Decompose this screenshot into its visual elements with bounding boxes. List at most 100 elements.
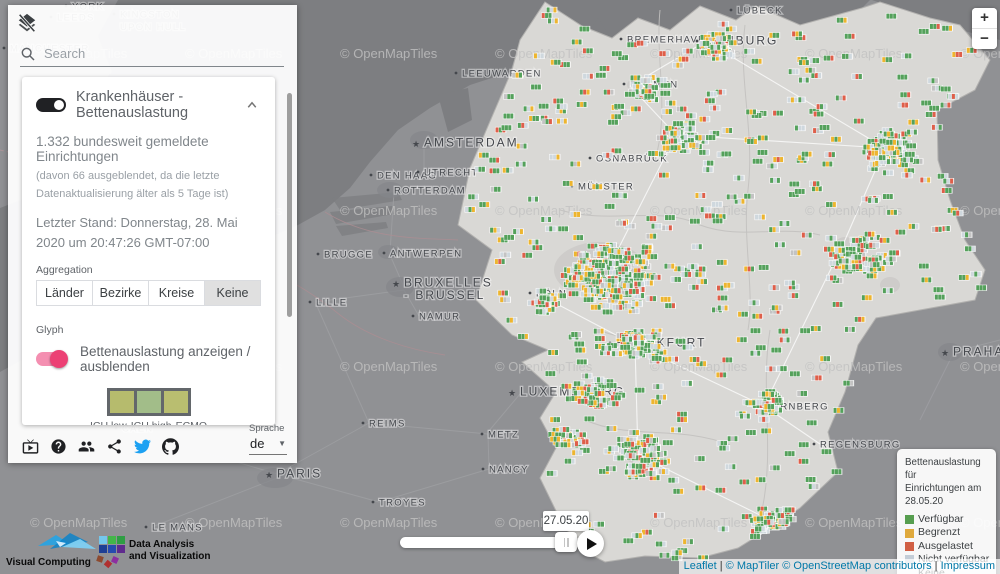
map-legend-item: Verfügbar [905, 513, 992, 526]
zoom-in-button[interactable]: + [972, 8, 997, 28]
map-zoom-control: + − [972, 8, 997, 49]
city-label-troyes: TROYES [372, 498, 426, 509]
city-label-rotterdam: ROTTERDAM [387, 186, 466, 197]
dav-logo: Data Analysis and Visualization [96, 532, 211, 570]
facility-note: (davon 66 ausgeblendet, da die letzte Da… [36, 168, 261, 203]
map-legend-box: Bettenauslastung für Einrichtungen am 28… [897, 449, 996, 574]
glyph-label: Glyph [36, 324, 261, 336]
zoom-out-button[interactable]: − [972, 29, 997, 49]
aggregation-option-bezirke[interactable]: Bezirke [92, 280, 149, 306]
city-label-utrecht: UTRECHT [417, 168, 479, 179]
dav-label-line1: Data Analysis [129, 539, 211, 551]
visual-computing-logo-mark [36, 530, 100, 554]
language-label: Sprache [249, 423, 287, 434]
city-label-lübeck: LÜBECK [730, 6, 783, 17]
svg-text:PARIS: PARIS [277, 467, 322, 481]
collapse-chevron-icon[interactable] [243, 96, 261, 114]
svg-text:ANTWERPEN: ANTWERPEN [390, 249, 462, 260]
svg-text:MÜNSTER: MÜNSTER [578, 182, 634, 193]
map-attribution: Leaflet | © MapTiler © OpenStreetMap con… [679, 559, 1000, 574]
svg-text:- BRUSSEL: - BRUSSEL [404, 288, 485, 302]
facility-count: 1.332 bundesweit gemeldete Einrichtungen [36, 134, 261, 164]
svg-text:LEEUWARDEN: LEEUWARDEN [462, 69, 542, 80]
svg-text:★: ★ [508, 388, 516, 398]
card-title: Krankenhäuser - Bettenauslastung [76, 89, 233, 121]
svg-text:★: ★ [392, 279, 400, 289]
city-label-antwerpen: ANTWERPEN [383, 249, 463, 260]
panel-scrollbar[interactable] [287, 93, 292, 317]
chevron-down-icon: ▼ [278, 439, 286, 448]
city-label-reims: REIMS [362, 419, 406, 430]
github-icon[interactable] [162, 438, 179, 455]
aggregation-option-keine[interactable]: Keine [204, 280, 261, 306]
hospital-layer-card: Krankenhäuser - Bettenauslastung 1.332 b… [22, 77, 275, 425]
language-value: de [250, 436, 264, 451]
timeline-play-button[interactable] [577, 530, 604, 557]
map-legend-item: Begrenzt [905, 526, 992, 539]
svg-text:AMSTERDAM: AMSTERDAM [424, 136, 519, 150]
glyph-preview: ICU lowICU highECMO [36, 388, 261, 425]
control-panel: Krankenhäuser - Bettenauslastung 1.332 b… [8, 5, 297, 463]
timeline-track[interactable] [400, 537, 580, 548]
aggregation-label: Aggregation [36, 264, 261, 276]
city-label-namur: NAMUR [412, 312, 461, 323]
attribution-link[interactable]: © MapTiler [726, 560, 783, 572]
city-label-brugge: BRUGGE [317, 250, 373, 261]
attribution-link[interactable]: © OpenStreetMap contributors [782, 560, 931, 572]
tile-watermark: © OpenMapTiles [960, 359, 1000, 374]
team-icon[interactable] [78, 438, 95, 455]
svg-text:UTRECHT: UTRECHT [424, 168, 479, 179]
glyph-cell-icu-low [110, 391, 134, 413]
timeline-handle[interactable] [555, 532, 577, 552]
search-input[interactable] [42, 45, 284, 62]
tile-watermark: © OpenMapTiles [340, 515, 438, 530]
svg-text:★: ★ [412, 139, 420, 149]
aggregation-option-kreise[interactable]: Kreise [148, 280, 205, 306]
svg-text:★: ★ [941, 348, 949, 358]
attribution-separator: | [932, 560, 941, 572]
glyph-cell-ecmo [164, 391, 188, 413]
visual-computing-logo: Visual Computing [6, 534, 110, 568]
tile-watermark: © OpenMapTiles [960, 203, 1000, 218]
city-label-bruxelles: ★BRUXELLES- BRUSSEL [392, 276, 493, 303]
svg-text:ROTTERDAM: ROTTERDAM [394, 186, 466, 197]
tile-watermark: © OpenMapTiles [340, 359, 438, 374]
tile-watermark: © OpenMapTiles [340, 203, 438, 218]
layers-off-icon[interactable] [16, 12, 42, 38]
attribution-link[interactable]: Impressum [941, 560, 995, 572]
svg-text:REIMS: REIMS [369, 419, 406, 430]
city-label-leeuwarden: LEEUWARDEN [455, 69, 542, 80]
share-icon[interactable] [106, 438, 123, 455]
tile-watermark: © OpenMapTiles [340, 46, 438, 61]
last-update: Letzter Stand: Donnerstag, 28. Mai 2020 … [36, 213, 261, 252]
dav-label-line2: and Visualization [129, 551, 211, 563]
city-label-amsterdam: ★ AMSTERDAM [412, 136, 519, 150]
glyph-visibility-toggle[interactable] [36, 352, 66, 366]
svg-text:LÜBECK: LÜBECK [737, 6, 783, 17]
help-icon[interactable] [50, 438, 67, 455]
svg-text:PRAHA: PRAHA [953, 345, 1000, 359]
attribution-link[interactable]: Leaflet [684, 560, 717, 572]
attribution-separator: | [717, 560, 726, 572]
legend-title-line1: Bettenauslastung für [905, 456, 992, 482]
video-tutorial-icon[interactable] [22, 438, 39, 455]
visual-computing-label: Visual Computing [6, 557, 91, 568]
dav-logo-mark [96, 532, 126, 570]
timeline-date-tooltip: 27.05.20 [543, 511, 589, 531]
aggregation-option-länder[interactable]: Länder [36, 280, 93, 306]
aggregation-button-group: LänderBezirkeKreiseKeine [36, 280, 261, 306]
city-label-nancy: NANCY [482, 465, 529, 476]
layer-toggle[interactable] [36, 98, 66, 112]
tile-watermark: © OpenMapTiles [30, 515, 128, 530]
coronavis-app: © OpenMapTiles © OpenMapTiles © OpenMapTil… [0, 0, 1000, 574]
svg-text:★: ★ [265, 470, 273, 480]
svg-text:BRUGGE: BRUGGE [324, 250, 373, 261]
language-select[interactable]: Sprache de ▼ [249, 423, 287, 455]
twitter-icon[interactable] [134, 438, 151, 455]
search-field[interactable] [20, 45, 284, 67]
map-legend-item: Ausgelastet [905, 540, 992, 553]
svg-text:NANCY: NANCY [489, 465, 529, 476]
search-icon [20, 46, 36, 62]
glyph-toggle-label: Bettenauslastung anzeigen / ausblenden [80, 344, 261, 374]
panel-footer: Sprache de ▼ [22, 423, 287, 455]
